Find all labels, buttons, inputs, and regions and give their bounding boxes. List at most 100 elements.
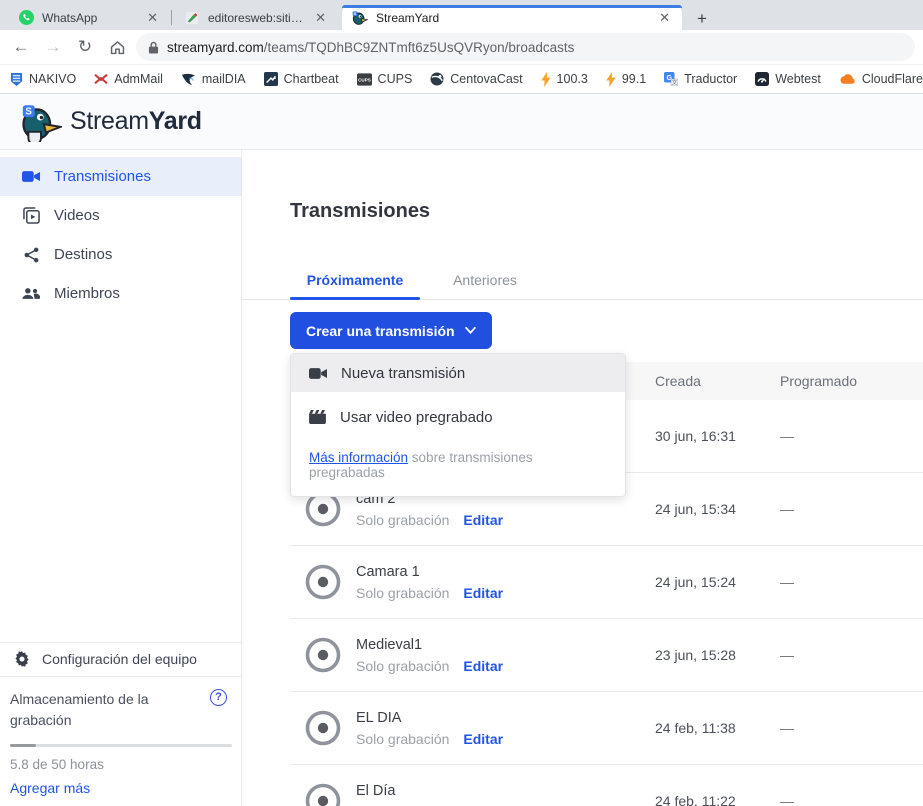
video-library-icon (22, 207, 40, 224)
edit-link[interactable]: Editar (463, 512, 503, 528)
table-row[interactable]: El Día Solo grabaciónEditar 24 feb, 11:2… (290, 765, 923, 806)
gauge-icon (755, 72, 769, 86)
broadcast-tabs: Próximamente Anteriores (242, 260, 923, 300)
address-bar[interactable]: streamyard.com/teams/TQDhBC9ZNTmft6z5UsQ… (136, 33, 915, 61)
sidebar-nav: Transmisiones Videos Destinos Miembros (0, 150, 241, 313)
app-layout: Transmisiones Videos Destinos Miembros (0, 150, 923, 806)
brand-name: StreamYard (70, 107, 202, 136)
chart-arrow-icon (264, 72, 278, 86)
gear-icon (14, 651, 30, 667)
bookmark-traductor[interactable]: G文 Traductor (664, 72, 737, 86)
record-icon (304, 563, 342, 601)
back-icon[interactable]: ← (8, 34, 34, 60)
team-settings-button[interactable]: Configuración del equipo (0, 642, 241, 676)
bookmark-radio-100-3[interactable]: 100.3 (541, 72, 588, 87)
sidebar-item-label: Destinos (54, 246, 112, 263)
storage-progress-fill (10, 744, 36, 747)
reload-icon[interactable]: ↻ (72, 34, 98, 60)
menu-item-nueva-transmision[interactable]: Nueva transmisión (291, 354, 625, 392)
bookmarks-bar: NAKIVO AdmMail mailDIA Chartbeat CUPS CU… (0, 65, 923, 94)
mail-x-icon (94, 73, 108, 85)
sidebar-item-videos[interactable]: Videos (0, 196, 241, 235)
table-row[interactable]: Medieval1 Solo grabaciónEditar 23 jun, 1… (290, 619, 923, 692)
help-icon[interactable]: ? (210, 689, 227, 706)
streamyard-logo[interactable]: S StreamYard (20, 102, 202, 142)
dropdown-footer: Más información sobre transmisiones preg… (291, 436, 625, 496)
bookmark-maildia[interactable]: mailDIA (181, 72, 246, 86)
translate-icon: G文 (664, 72, 678, 86)
bookmark-radio-99-1[interactable]: 99.1 (606, 72, 646, 87)
broadcast-title: Camara 1 (356, 564, 503, 580)
tab-title: editoresweb:sitioweb:eldia.co (208, 11, 305, 25)
close-icon[interactable]: ✕ (145, 10, 160, 26)
bookmark-webtest[interactable]: Webtest (755, 72, 821, 86)
page-title: Transmisiones (290, 200, 430, 223)
tab-proximamente[interactable]: Próximamente (290, 260, 420, 299)
col-programado: Programado (780, 373, 923, 389)
broadcast-type: Solo grabación (356, 512, 449, 528)
bookmark-centovacast[interactable]: CentovaCast (430, 72, 522, 86)
edit-link[interactable]: Editar (463, 585, 503, 601)
clapperboard-icon (309, 410, 326, 424)
create-broadcast-dropdown: Nueva transmisión Usar video pregrabado … (290, 353, 626, 497)
browser-tab-editoresweb[interactable]: editoresweb:sitioweb:eldia.co ✕ (174, 5, 338, 30)
cups-icon: CUPS (357, 73, 372, 86)
mas-informacion-link[interactable]: Más información (309, 450, 408, 465)
sidebar-spacer (0, 313, 241, 642)
tab-anteriores[interactable]: Anteriores (420, 260, 550, 299)
forward-icon[interactable]: → (40, 34, 66, 60)
table-row[interactable]: EL DIA Solo grabaciónEditar 24 feb, 11:3… (290, 692, 923, 765)
url-text: streamyard.com/teams/TQDhBC9ZNTmft6z5UsQ… (167, 40, 574, 55)
broadcast-type: Solo grabación (356, 731, 449, 747)
sidebar-item-label: Transmisiones (54, 168, 151, 185)
lock-icon (148, 41, 159, 54)
sidebar-item-miembros[interactable]: Miembros (0, 274, 241, 313)
bookmark-cloudflare[interactable]: CloudFlare (839, 72, 923, 86)
new-tab-button[interactable]: + (690, 7, 714, 31)
svg-text:文: 文 (672, 78, 678, 86)
sidebar-item-destinos[interactable]: Destinos (0, 235, 241, 274)
broadcast-type: Solo grabación (356, 658, 449, 674)
browser-tab-whatsapp[interactable]: WhatsApp ✕ (8, 5, 170, 30)
create-broadcast-button[interactable]: Crear una transmisión (290, 312, 492, 349)
app-header: S StreamYard (0, 94, 923, 150)
main-content: Transmisiones Próximamente Anteriores Cr… (242, 150, 923, 806)
record-icon (304, 782, 342, 806)
chevron-down-icon (465, 327, 476, 334)
close-icon[interactable]: ✕ (657, 10, 672, 26)
svg-text:S: S (25, 106, 32, 117)
cloud-icon (839, 74, 856, 85)
bookmark-chartbeat[interactable]: Chartbeat (264, 72, 339, 86)
bookmark-cups[interactable]: CUPS CUPS (357, 72, 413, 86)
table-row[interactable]: Camara 1 Solo grabaciónEditar 24 jun, 15… (290, 546, 923, 619)
tab-title: StreamYard (376, 11, 649, 25)
bookmark-nakivo[interactable]: NAKIVO (10, 72, 76, 87)
sidebar-item-label: Videos (54, 207, 100, 224)
whatsapp-icon (18, 10, 34, 26)
broadcast-title: El Día (356, 783, 503, 799)
home-icon[interactable] (104, 34, 130, 60)
edit-link[interactable]: Editar (463, 731, 503, 747)
share-icon (22, 247, 40, 263)
col-creada: Creada (655, 373, 780, 389)
video-camera-icon (309, 367, 327, 380)
close-icon[interactable]: ✕ (313, 10, 328, 26)
browser-tab-streamyard[interactable]: S StreamYard ✕ (342, 5, 682, 30)
tab-title: WhatsApp (42, 11, 137, 25)
url-host: streamyard.com (167, 40, 264, 55)
menu-item-usar-video-pregrabado[interactable]: Usar video pregrabado (291, 398, 625, 436)
url-path: /teams/TQDhBC9ZNTmft6z5UsQVRyon/broadcas… (264, 40, 575, 55)
sidebar-item-transmisiones[interactable]: Transmisiones (0, 157, 241, 196)
shield-icon (10, 72, 23, 87)
edit-link[interactable]: Editar (463, 658, 503, 674)
sidebar-item-label: Miembros (54, 285, 120, 302)
storage-progress-bar (10, 744, 232, 747)
storage-title: Almacenamiento de la grabación (10, 689, 180, 732)
add-more-link[interactable]: Agregar más (10, 780, 227, 796)
broadcast-title: EL DIA (356, 710, 503, 726)
broadcast-type: Solo grabación (356, 585, 449, 601)
storage-usage-text: 5.8 de 50 horas (10, 757, 227, 772)
settings-label: Configuración del equipo (42, 651, 197, 667)
storage-panel: Almacenamiento de la grabación ? 5.8 de … (0, 676, 241, 806)
bookmark-admmail[interactable]: AdmMail (94, 72, 163, 86)
